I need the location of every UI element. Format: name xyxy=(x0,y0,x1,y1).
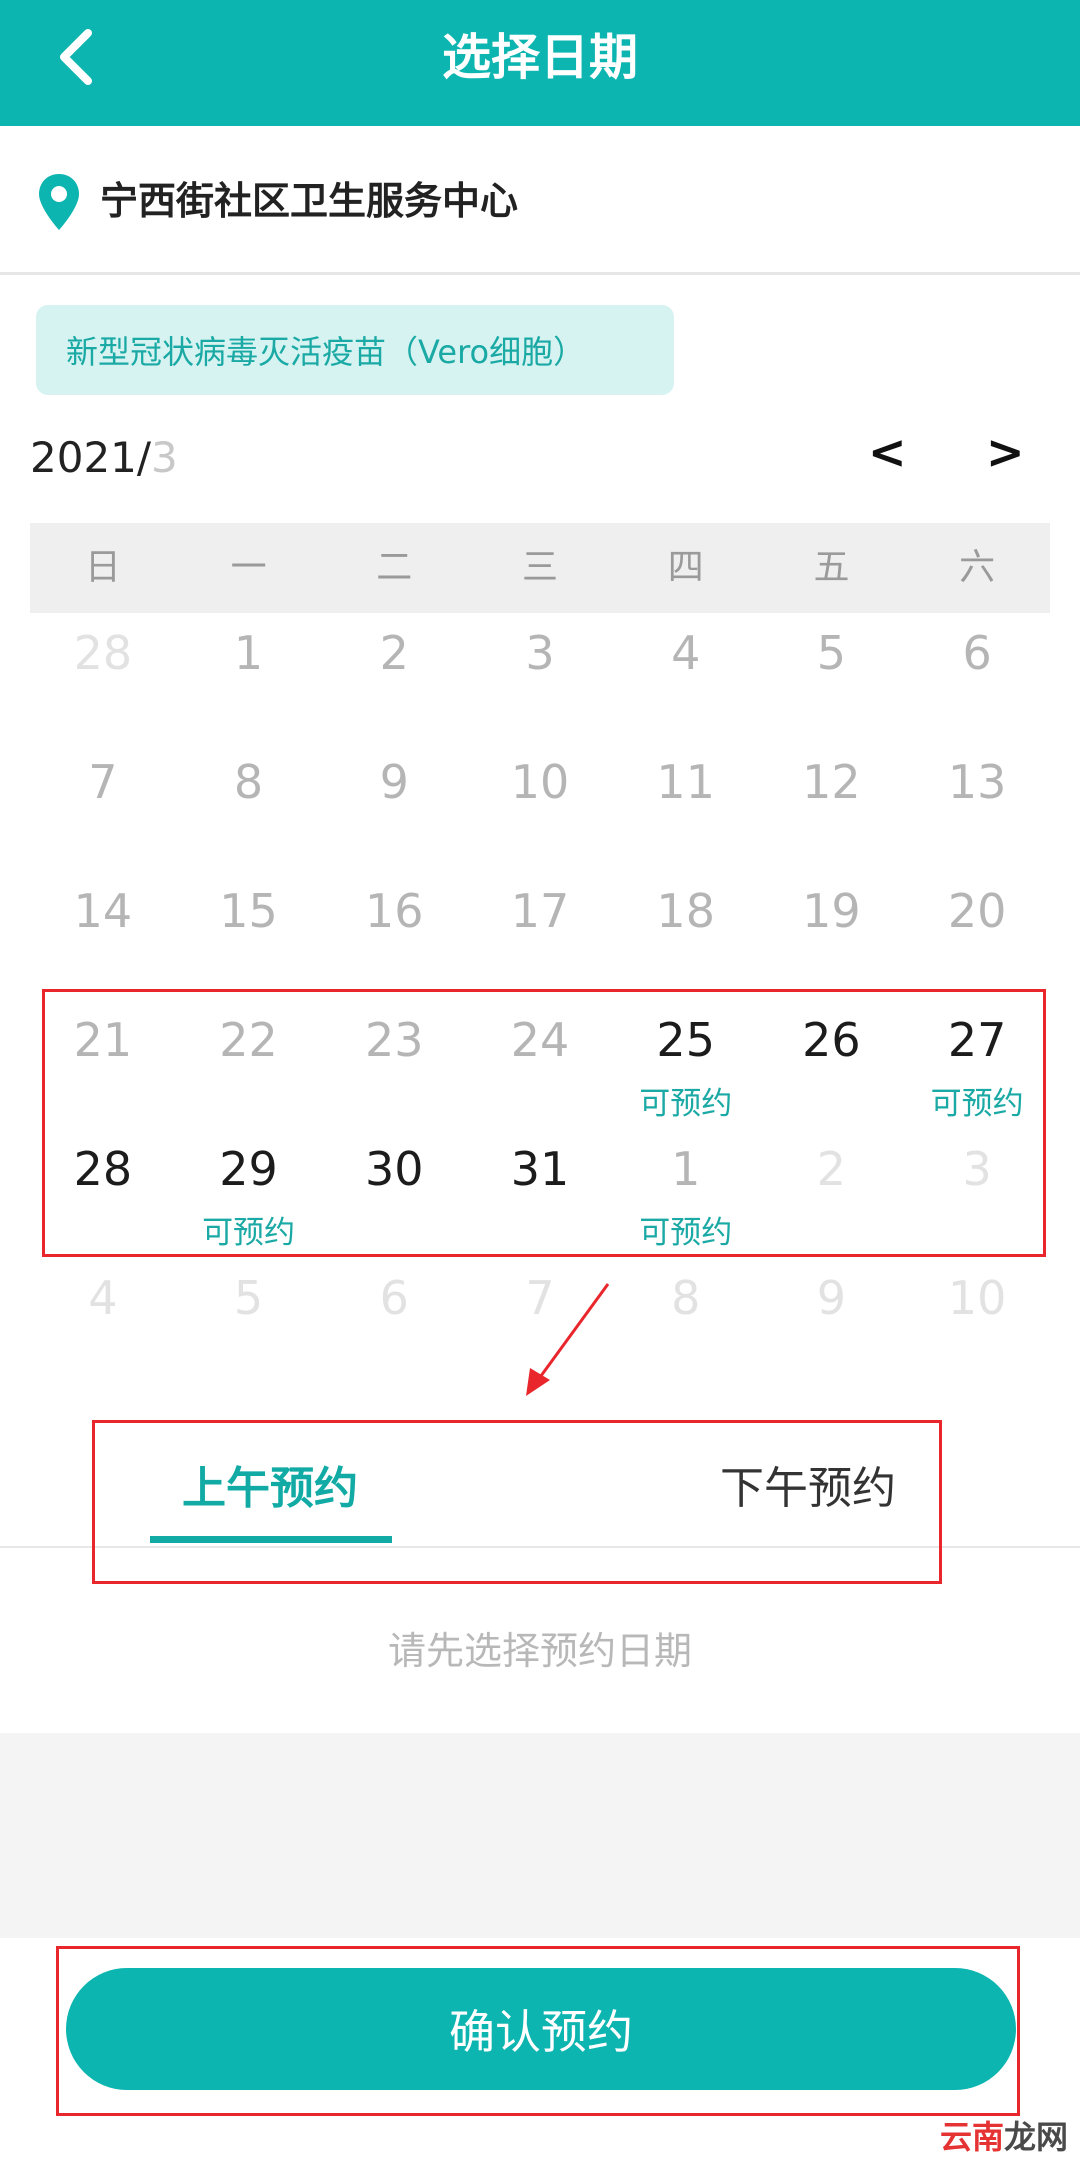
day-number: 11 xyxy=(656,755,715,809)
vaccine-label: 新型冠状病毒灭活疫苗（Vero细胞） xyxy=(66,333,586,371)
day-number: 10 xyxy=(510,755,570,809)
day-number: 4 xyxy=(671,626,701,680)
calendar-day: 11 xyxy=(613,742,759,871)
calendar-day: 6 xyxy=(321,1258,467,1387)
calendar-day: 4 xyxy=(30,1258,176,1387)
month-text: 3 xyxy=(151,433,178,482)
location-pin-icon xyxy=(39,174,79,230)
calendar-day: 28 xyxy=(30,613,176,742)
calendar-day: 12 xyxy=(759,742,905,871)
calendar-day: 1 xyxy=(176,613,322,742)
day-number: 9 xyxy=(816,1271,847,1325)
calendar-day: 3 xyxy=(467,613,613,742)
prev-month-button[interactable]: < xyxy=(868,425,907,479)
calendar-day: 16 xyxy=(321,871,467,1000)
clinic-name: 宁西街社区卫生服务中心 xyxy=(100,179,519,223)
calendar-day: 10 xyxy=(467,742,613,871)
next-month-button[interactable]: > xyxy=(986,425,1025,479)
calendar-day: 15 xyxy=(176,871,322,1000)
slot-area xyxy=(0,1733,1080,1938)
month-label: 2021/3 xyxy=(30,433,178,482)
calendar-day: 4 xyxy=(613,613,759,742)
calendar-day: 5 xyxy=(176,1258,322,1387)
watermark-part1: 云南 xyxy=(940,2118,1005,2156)
empty-hint: 请先选择预约日期 xyxy=(387,1629,692,1673)
annotation-box-dates xyxy=(42,989,1046,1257)
annotation-arrow-icon xyxy=(526,1283,610,1396)
annotation-box-confirm xyxy=(56,1946,1020,2116)
calendar-day: 14 xyxy=(30,871,176,1000)
day-number: 1 xyxy=(233,626,264,680)
year-text: 2021/ xyxy=(30,433,152,482)
weekday-tue: 二 xyxy=(376,547,413,588)
watermark-part2: 龙网 xyxy=(1004,2118,1069,2156)
weekday-fri: 五 xyxy=(813,547,850,588)
vaccine-tag: 新型冠状病毒灭活疫苗（Vero细胞） xyxy=(36,305,674,395)
location-bar: 宁西街社区卫生服务中心 xyxy=(0,126,1080,275)
weekday-header: 日 一 二 三 四 五 六 xyxy=(30,523,1050,613)
calendar-day: 8 xyxy=(613,1258,759,1387)
day-number: 6 xyxy=(962,626,992,680)
calendar-day: 9 xyxy=(321,742,467,871)
day-number: 6 xyxy=(379,1271,409,1325)
day-number: 18 xyxy=(656,884,715,938)
calendar-day: 9 xyxy=(759,1258,905,1387)
day-number: 8 xyxy=(671,1271,701,1325)
day-number: 2 xyxy=(379,626,409,680)
day-number: 3 xyxy=(525,626,555,680)
weekday-wed: 三 xyxy=(522,547,559,588)
calendar-day: 18 xyxy=(613,871,759,1000)
day-number: 13 xyxy=(947,755,1007,809)
day-number: 17 xyxy=(510,884,570,938)
day-number: 28 xyxy=(73,626,133,680)
calendar-day: 5 xyxy=(759,613,905,742)
day-number: 5 xyxy=(816,626,847,680)
day-number: 5 xyxy=(233,1271,264,1325)
calendar-day: 7 xyxy=(30,742,176,871)
calendar-day: 2 xyxy=(321,613,467,742)
calendar-day: 17 xyxy=(467,871,613,1000)
calendar-day: 19 xyxy=(759,871,905,1000)
day-number: 16 xyxy=(365,884,424,938)
watermark: 云南龙网 xyxy=(940,2112,1068,2158)
calendar-day: 13 xyxy=(904,742,1050,871)
day-number: 15 xyxy=(219,884,278,938)
day-number: 19 xyxy=(802,884,861,938)
weekday-mon: 一 xyxy=(230,547,267,588)
day-number: 9 xyxy=(379,755,409,809)
day-number: 14 xyxy=(73,884,133,938)
day-number: 4 xyxy=(88,1271,118,1325)
day-number: 12 xyxy=(802,755,861,809)
weekday-sun: 日 xyxy=(84,547,121,588)
app-header: 选择日期 xyxy=(0,0,1080,126)
calendar-day: 10 xyxy=(904,1258,1050,1387)
day-number: 10 xyxy=(947,1271,1007,1325)
calendar-day: 6 xyxy=(904,613,1050,742)
calendar-day: 20 xyxy=(904,871,1050,1000)
annotation-box-period xyxy=(92,1420,942,1584)
page-title: 选择日期 xyxy=(441,29,638,86)
calendar-day: 8 xyxy=(176,742,322,871)
day-number: 7 xyxy=(88,755,118,809)
day-number: 20 xyxy=(947,884,1007,938)
weekday-sat: 六 xyxy=(959,547,996,588)
day-number: 8 xyxy=(233,755,264,809)
weekday-thu: 四 xyxy=(667,547,704,588)
